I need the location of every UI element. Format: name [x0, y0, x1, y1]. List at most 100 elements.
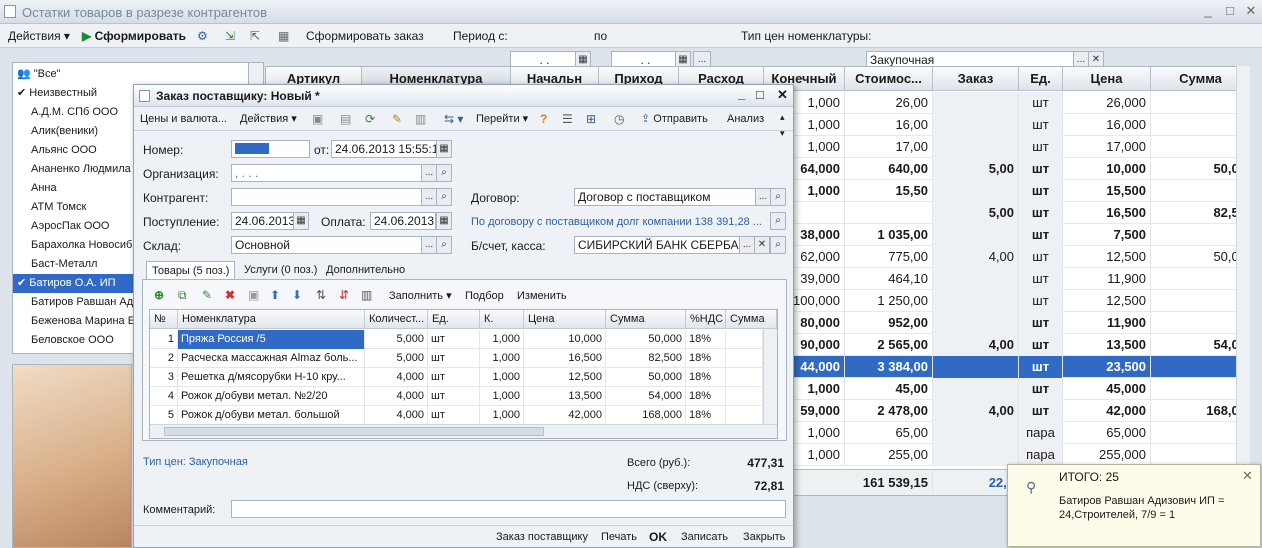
goods-table[interactable]: № Номенклатура Количест... Ед. К. Цена Сумма %Н…: [149, 309, 778, 439]
dialog-actions-menu[interactable]: Действия ▾: [240, 111, 297, 127]
contractor-list-item[interactable]: ✔ Неизвестный: [17, 84, 97, 103]
goto-menu[interactable]: Перейти ▾: [476, 111, 528, 127]
goods-header-cell[interactable]: Сумма: [606, 310, 686, 329]
contract-field[interactable]: Договор с поставщиком: [574, 188, 756, 206]
fill-menu[interactable]: Заполнить ▾: [389, 288, 452, 304]
payment-field[interactable]: 24.06.2013: [370, 212, 436, 230]
end-edit-icon[interactable]: ▣: [248, 287, 259, 303]
contract-select-button[interactable]: ...: [755, 188, 771, 206]
contractor-list-item[interactable]: Баст-Металл: [17, 255, 97, 274]
org-select-button[interactable]: ...: [421, 164, 437, 182]
search-icon[interactable]: ⌕: [436, 188, 452, 206]
print-order-button[interactable]: Заказ поставщику: [496, 529, 588, 545]
goods-header-cell[interactable]: Количест...: [365, 310, 428, 329]
ok-button[interactable]: OK: [649, 529, 667, 545]
add-icon[interactable]: ⊕: [154, 287, 164, 303]
tree-icon[interactable]: ⊞: [586, 111, 596, 127]
goods-header-cell[interactable]: Цена: [524, 310, 606, 329]
goods-row[interactable]: 3 Решетка д/мясорубки Н-10 кру... 4,000 шт 1…: [150, 368, 763, 387]
maximize-icon[interactable]: □: [1222, 4, 1238, 18]
tab-additional[interactable]: Дополнительно: [321, 261, 410, 279]
goods-row[interactable]: 5 Рожок д/обуви метал. большой 4,000 шт 1,00…: [150, 406, 763, 425]
send-button[interactable]: ⇪ Отправить: [641, 111, 708, 127]
date-field[interactable]: 24.06.2013 15:55:17: [331, 140, 437, 158]
goods-header-cell[interactable]: №: [150, 310, 178, 329]
minimize-icon[interactable]: _: [1200, 4, 1216, 18]
save-button[interactable]: Записать: [681, 529, 728, 545]
history-icon[interactable]: ◷: [614, 111, 624, 127]
toolbar-more-icon[interactable]: ▴ ▾: [780, 109, 785, 138]
search-icon[interactable]: ⌕: [436, 236, 452, 254]
structure-icon[interactable]: ⇆ ▾: [444, 111, 463, 127]
grid-header-cell[interactable]: Стоимос...: [845, 67, 933, 91]
unpost-icon[interactable]: ▥: [415, 111, 426, 127]
contractor-list-item[interactable]: АТМ Томск: [17, 198, 86, 217]
goods-row[interactable]: 2 Расческа массажная Almaz боль... 5,000 шт…: [150, 349, 763, 368]
help-icon[interactable]: ?: [540, 111, 547, 127]
warehouse-select-button[interactable]: ...: [421, 236, 437, 254]
account-clear-button[interactable]: ✕: [754, 236, 770, 254]
settings-icon[interactable]: ⚙: [197, 28, 208, 44]
account-select-button[interactable]: ...: [739, 236, 755, 254]
goods-header-cell[interactable]: %НДС: [686, 310, 726, 329]
table-vscrollbar[interactable]: [763, 329, 777, 425]
search-icon[interactable]: ⌕: [770, 188, 786, 206]
contractor-list-item[interactable]: 👥 "Все": [17, 65, 61, 84]
contractor-list-item[interactable]: Батиров Равшан Ад: [17, 293, 133, 312]
sort-asc-icon[interactable]: ⇅: [316, 287, 326, 303]
org-field[interactable]: , . . .: [231, 164, 422, 182]
grid-scrollbar[interactable]: [1236, 66, 1250, 496]
contractor-list-item[interactable]: Алик(веники): [17, 122, 98, 141]
edit-icon[interactable]: ▤: [340, 111, 351, 127]
copy-row-icon[interactable]: ⧉: [178, 287, 187, 303]
search-icon[interactable]: ⌕: [436, 164, 452, 182]
grid-header-cell[interactable]: Ед.: [1019, 67, 1063, 91]
contractor-field[interactable]: [231, 188, 422, 206]
warehouse-field[interactable]: Основной: [231, 236, 422, 254]
hscroll-thumb[interactable]: [164, 427, 544, 436]
contractor-list-item[interactable]: Беженова Марина Е: [17, 312, 135, 331]
barcode-icon[interactable]: ▥: [361, 287, 372, 303]
copy-icon[interactable]: ▣: [312, 111, 323, 127]
table-icon[interactable]: ▦: [278, 28, 289, 44]
goods-row[interactable]: 1 Пряжа Россия /5 5,000 шт 1,000 10,000 50,000…: [150, 330, 763, 349]
actions-menu[interactable]: Действия ▾: [8, 28, 70, 44]
comment-field[interactable]: [231, 500, 786, 518]
goods-header-cell[interactable]: Сумма: [726, 310, 777, 329]
contractor-list-item[interactable]: АэросПак ООО: [17, 217, 110, 236]
contractor-list-item[interactable]: А.Д.М. СПб ООО: [17, 103, 118, 122]
close-icon[interactable]: ✕: [1243, 4, 1259, 18]
goods-row[interactable]: 4 Рожок д/обуви метал. №2/20 4,000 шт 1,000 1…: [150, 387, 763, 406]
contractor-list-item[interactable]: Беловское ООО: [17, 331, 114, 350]
goods-header-cell[interactable]: К.: [480, 310, 524, 329]
refresh-icon[interactable]: ⟳: [365, 111, 375, 127]
number-field[interactable]: [231, 140, 310, 158]
price-type-link[interactable]: Тип цен: Закупочная: [143, 453, 248, 471]
close-button[interactable]: Закрыть: [743, 529, 785, 545]
receipt-field[interactable]: 24.06.2013: [231, 212, 294, 230]
sort-desc-icon[interactable]: ⇵: [339, 287, 349, 303]
change-button[interactable]: Изменить: [517, 288, 567, 304]
calendar-icon[interactable]: ▦: [436, 212, 452, 230]
analysis-button[interactable]: Анализ: [727, 111, 764, 127]
tab-services[interactable]: Услуги (0 поз.): [239, 261, 322, 279]
delete-icon[interactable]: ✖: [225, 287, 235, 303]
calendar-icon[interactable]: ▦: [293, 212, 309, 230]
grid-header-cell[interactable]: Заказ: [933, 67, 1019, 91]
search-icon[interactable]: ⌕: [770, 236, 786, 254]
move-down-icon[interactable]: ⬇: [292, 287, 302, 303]
goods-header-cell[interactable]: Ед.: [428, 310, 480, 329]
close-icon[interactable]: ✕: [777, 87, 788, 103]
move-up-icon[interactable]: ⬆: [270, 287, 280, 303]
export-icon[interactable]: ⇲: [225, 28, 235, 44]
print-button[interactable]: Печать: [601, 529, 637, 545]
generate-button[interactable]: ▶ Сформировать: [82, 28, 186, 44]
maximize-icon[interactable]: □: [756, 87, 764, 102]
edit-row-icon[interactable]: ✎: [202, 287, 212, 303]
contractor-select-button[interactable]: ...: [421, 188, 437, 206]
search-icon[interactable]: ⌕: [770, 212, 786, 230]
popup-close-icon[interactable]: ✕: [1242, 468, 1253, 484]
table-hscrollbar[interactable]: [150, 424, 777, 438]
contractor-list-item[interactable]: Альянс ООО: [17, 141, 97, 160]
make-order-button[interactable]: Сформировать заказ: [306, 28, 424, 44]
